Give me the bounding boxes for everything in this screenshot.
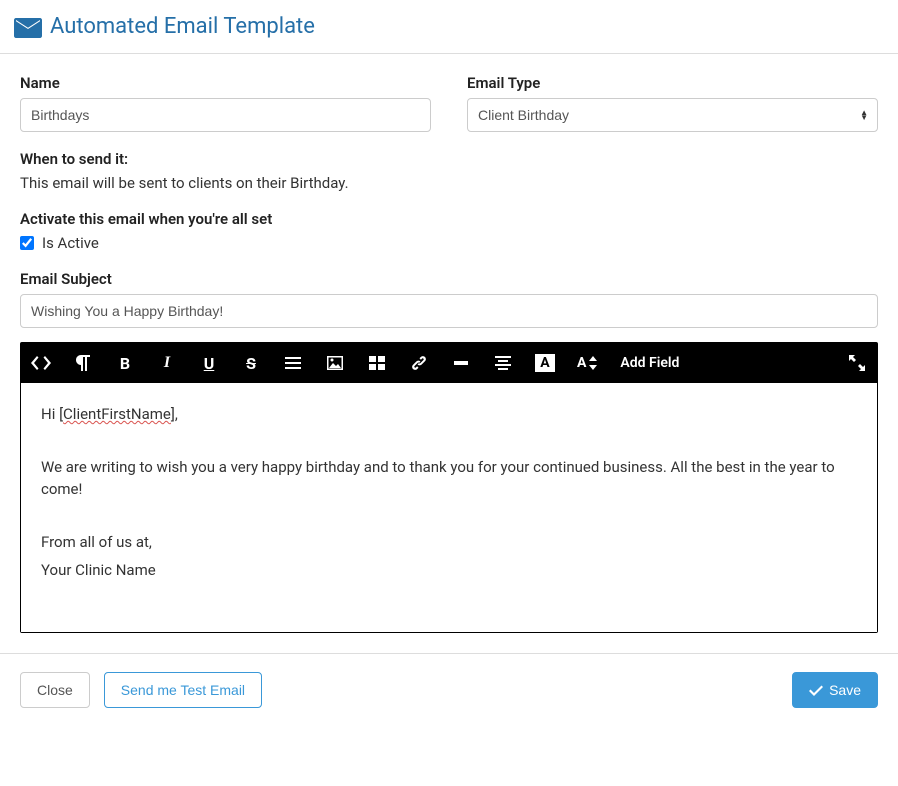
greeting-prefix: Hi [	[41, 405, 63, 423]
is-active-checkbox[interactable]	[20, 236, 34, 250]
is-active-label: Is Active	[42, 234, 99, 252]
when-label: When to send it:	[20, 150, 878, 168]
table-icon[interactable]	[367, 353, 387, 373]
paragraph-icon[interactable]	[73, 353, 93, 373]
activate-block: Activate this email when you're all set …	[20, 210, 878, 252]
name-input[interactable]	[20, 98, 431, 132]
save-label: Save	[829, 682, 861, 698]
align-icon[interactable]	[493, 353, 513, 373]
editor-toolbar: B I U S A A	[21, 343, 877, 383]
activate-label: Activate this email when you're all set	[20, 210, 878, 228]
italic-icon[interactable]: I	[157, 353, 177, 373]
fullscreen-icon[interactable]	[847, 353, 867, 373]
code-view-icon[interactable]	[31, 353, 51, 373]
name-label: Name	[20, 74, 431, 92]
underline-icon[interactable]: U	[199, 353, 219, 373]
close-button[interactable]: Close	[20, 672, 90, 708]
form-body: Name Email Type Client Birthday ▲▼ When …	[0, 54, 898, 653]
merge-field: ClientFirstName	[63, 405, 171, 423]
body-greeting: Hi [ClientFirstName],	[41, 403, 857, 426]
save-button[interactable]: Save	[792, 672, 878, 708]
email-type-label: Email Type	[467, 74, 878, 92]
font-color-icon[interactable]: A	[535, 354, 555, 372]
subject-input[interactable]	[20, 294, 878, 328]
when-text: This email will be sent to clients on th…	[20, 174, 878, 192]
list-icon[interactable]	[283, 353, 303, 373]
bold-icon[interactable]: B	[115, 353, 135, 373]
email-type-select[interactable]: Client Birthday	[467, 98, 878, 132]
add-field-button[interactable]: Add Field	[620, 355, 679, 371]
send-test-button[interactable]: Send me Test Email	[104, 672, 262, 708]
horizontal-rule-icon[interactable]	[451, 353, 471, 373]
modal-footer: Close Send me Test Email Save	[0, 653, 898, 726]
body-signoff-2: Your Clinic Name	[41, 559, 857, 582]
greeting-suffix: ],	[171, 405, 178, 423]
modal-header: Automated Email Template	[0, 0, 898, 53]
email-editor: B I U S A A	[20, 342, 878, 633]
when-block: When to send it: This email will be sent…	[20, 150, 878, 192]
envelope-icon	[14, 18, 42, 38]
link-icon[interactable]	[409, 353, 429, 373]
body-paragraph: We are writing to wish you a very happy …	[41, 456, 857, 501]
font-size-icon[interactable]: A	[577, 353, 598, 373]
font-size-letter: A	[577, 355, 586, 371]
editor-content[interactable]: Hi [ClientFirstName], We are writing to …	[21, 383, 877, 632]
body-signoff-1: From all of us at,	[41, 531, 857, 554]
font-color-letter: A	[540, 355, 549, 371]
subject-label: Email Subject	[20, 270, 878, 288]
check-icon	[809, 684, 823, 696]
image-icon[interactable]	[325, 353, 345, 373]
subject-block: Email Subject	[20, 270, 878, 328]
page-title: Automated Email Template	[50, 14, 315, 39]
strikethrough-icon[interactable]: S	[241, 353, 261, 373]
